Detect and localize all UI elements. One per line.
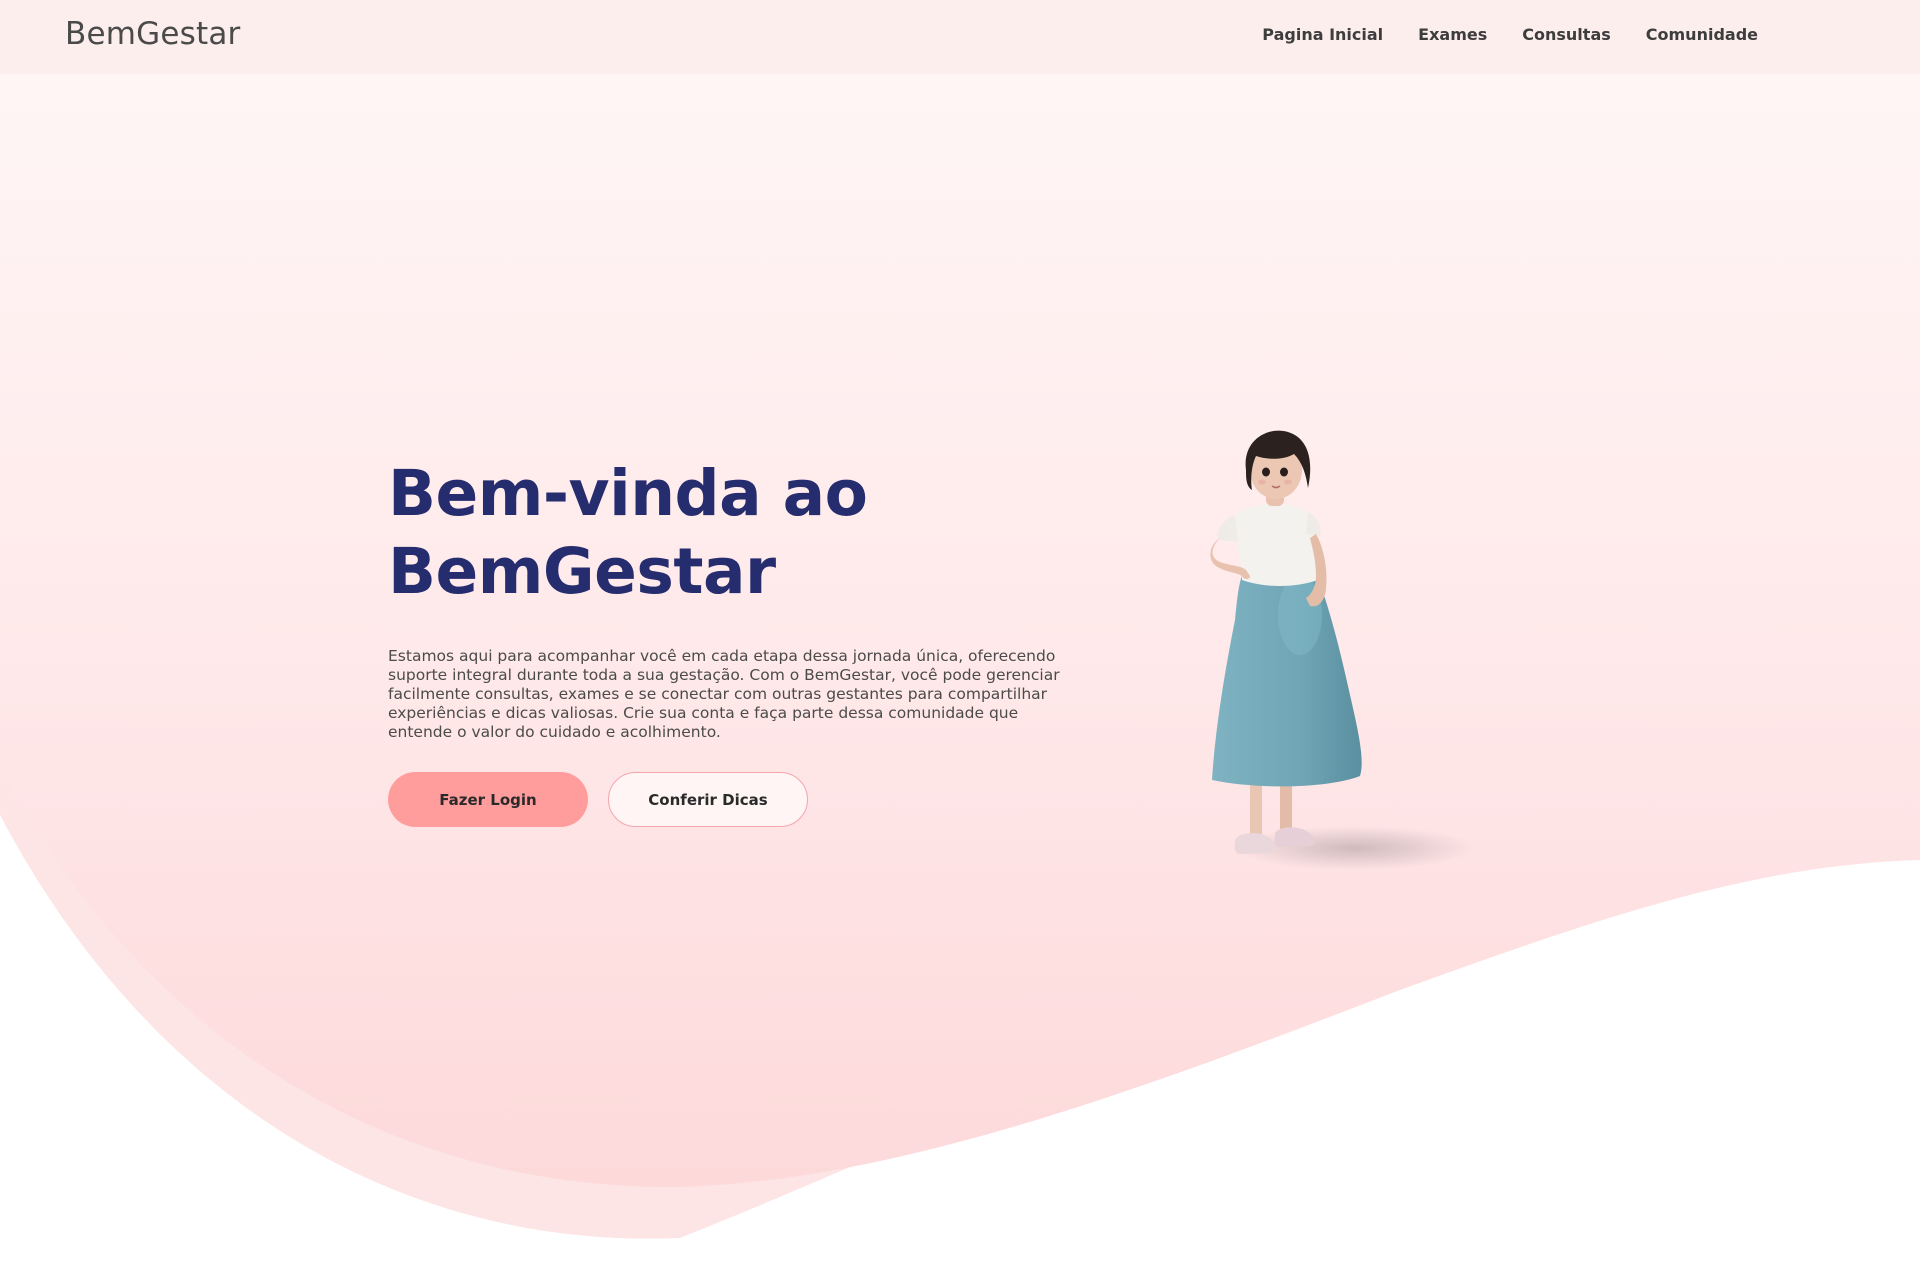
nav-menu: Pagina Inicial Exames Consultas Comunida… [1262, 25, 1758, 44]
nav-link-comunidade[interactable]: Comunidade [1646, 25, 1758, 44]
hero-section: Bem-vinda ao BemGestar Estamos aqui para… [388, 455, 1068, 827]
landing-page: BemGestar Pagina Inicial Exames Consulta… [0, 0, 1920, 1277]
hero-title-line-1: Bem-vinda ao [388, 457, 868, 530]
top-navbar: BemGestar Pagina Inicial Exames Consulta… [0, 0, 1920, 74]
hero-buttons: Fazer Login Conferir Dicas [388, 772, 1068, 827]
hero-title: Bem-vinda ao BemGestar [388, 455, 1068, 611]
hero-title-line-2: BemGestar [388, 535, 776, 608]
tips-button[interactable]: Conferir Dicas [608, 772, 808, 827]
login-button[interactable]: Fazer Login [388, 772, 588, 827]
nav-link-pagina-inicial[interactable]: Pagina Inicial [1262, 25, 1383, 44]
nav-link-exames[interactable]: Exames [1418, 25, 1487, 44]
brand-logo[interactable]: BemGestar [65, 16, 240, 52]
pregnant-woman-illustration [1210, 430, 1475, 870]
hero-description: Estamos aqui para acompanhar você em cad… [388, 647, 1060, 741]
nav-link-consultas[interactable]: Consultas [1522, 25, 1611, 44]
